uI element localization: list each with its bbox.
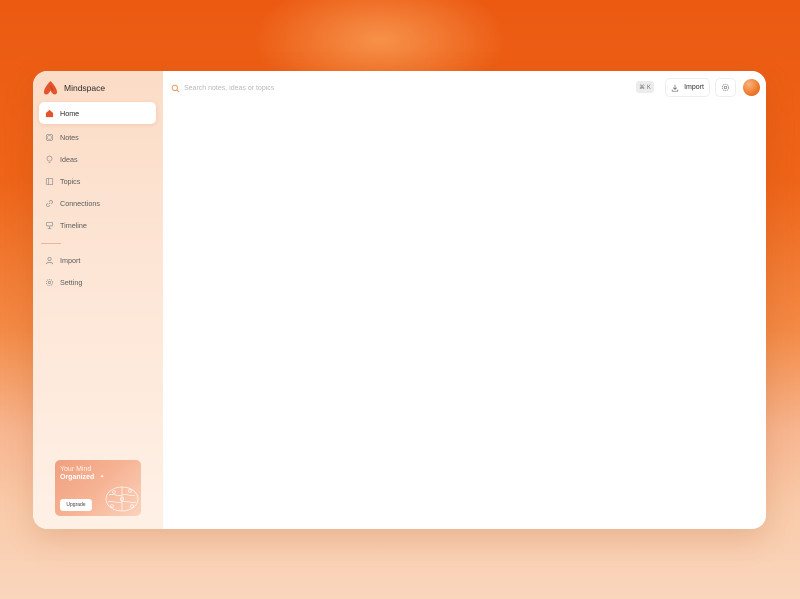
sidebar-item-notes[interactable]: Notes bbox=[39, 127, 156, 149]
sidebar-item-label: Ideas bbox=[60, 155, 78, 164]
gear-icon bbox=[45, 278, 54, 287]
promo-line-2: Organized bbox=[60, 474, 95, 481]
sidebar-item-label: Setting bbox=[60, 278, 83, 287]
lightbulb-icon bbox=[45, 155, 54, 164]
brand[interactable]: Mindspace bbox=[43, 80, 105, 96]
settings-button[interactable] bbox=[715, 78, 736, 97]
user-icon bbox=[45, 256, 54, 265]
logo-icon bbox=[43, 81, 58, 95]
sidebar: Mindspace Home Notes Ideas Topics Connec… bbox=[33, 71, 163, 529]
sidebar-item-setting[interactable]: Setting bbox=[39, 272, 156, 294]
sidebar-item-label: Home bbox=[60, 108, 80, 118]
import-button[interactable]: Import bbox=[665, 78, 710, 97]
notes-icon bbox=[45, 133, 54, 142]
upgrade-button[interactable]: Upgrade bbox=[60, 499, 92, 511]
sidebar-item-label: Notes bbox=[60, 133, 79, 142]
promo-line-1: Your Mind bbox=[60, 466, 92, 473]
download-icon bbox=[671, 84, 679, 92]
sidebar-item-ideas[interactable]: Ideas bbox=[39, 149, 156, 171]
sidebar-item-label: Topics bbox=[60, 177, 81, 186]
search-shortcut-badge: ⌘ K bbox=[636, 81, 654, 93]
app-window: Mindspace Home Notes Ideas Topics Connec… bbox=[33, 71, 766, 529]
gear-icon bbox=[721, 83, 730, 92]
sidebar-item-label: Timeline bbox=[60, 221, 87, 230]
app-name: Mindspace bbox=[64, 83, 106, 93]
search-bar[interactable] bbox=[171, 81, 651, 95]
sidebar-divider bbox=[41, 242, 61, 244]
sidebar-nav: Home Notes Ideas Topics Connections Time… bbox=[39, 102, 156, 294]
sidebar-item-label: Connections bbox=[60, 199, 100, 208]
sidebar-item-home[interactable]: Home bbox=[39, 102, 156, 124]
sidebar-item-label: Import bbox=[60, 256, 81, 265]
topics-icon bbox=[45, 177, 54, 186]
link-icon bbox=[45, 199, 54, 208]
search-icon bbox=[171, 84, 180, 92]
search-input[interactable] bbox=[184, 84, 624, 92]
brain-icon bbox=[105, 486, 139, 512]
timeline-icon bbox=[45, 221, 54, 230]
home-icon bbox=[45, 109, 54, 118]
main-content-area bbox=[163, 105, 766, 529]
import-button-label: Import bbox=[684, 84, 704, 91]
sidebar-item-connections[interactable]: Connections bbox=[39, 193, 156, 215]
upgrade-promo-card: Your Mind Organized ✦ Upgrade bbox=[55, 460, 141, 516]
sidebar-item-topics[interactable]: Topics bbox=[39, 171, 156, 193]
sidebar-item-timeline[interactable]: Timeline bbox=[39, 215, 156, 237]
sidebar-item-import[interactable]: Import bbox=[39, 250, 156, 272]
main-panel: ⌘ K Import bbox=[163, 71, 766, 529]
user-avatar[interactable] bbox=[743, 79, 760, 96]
